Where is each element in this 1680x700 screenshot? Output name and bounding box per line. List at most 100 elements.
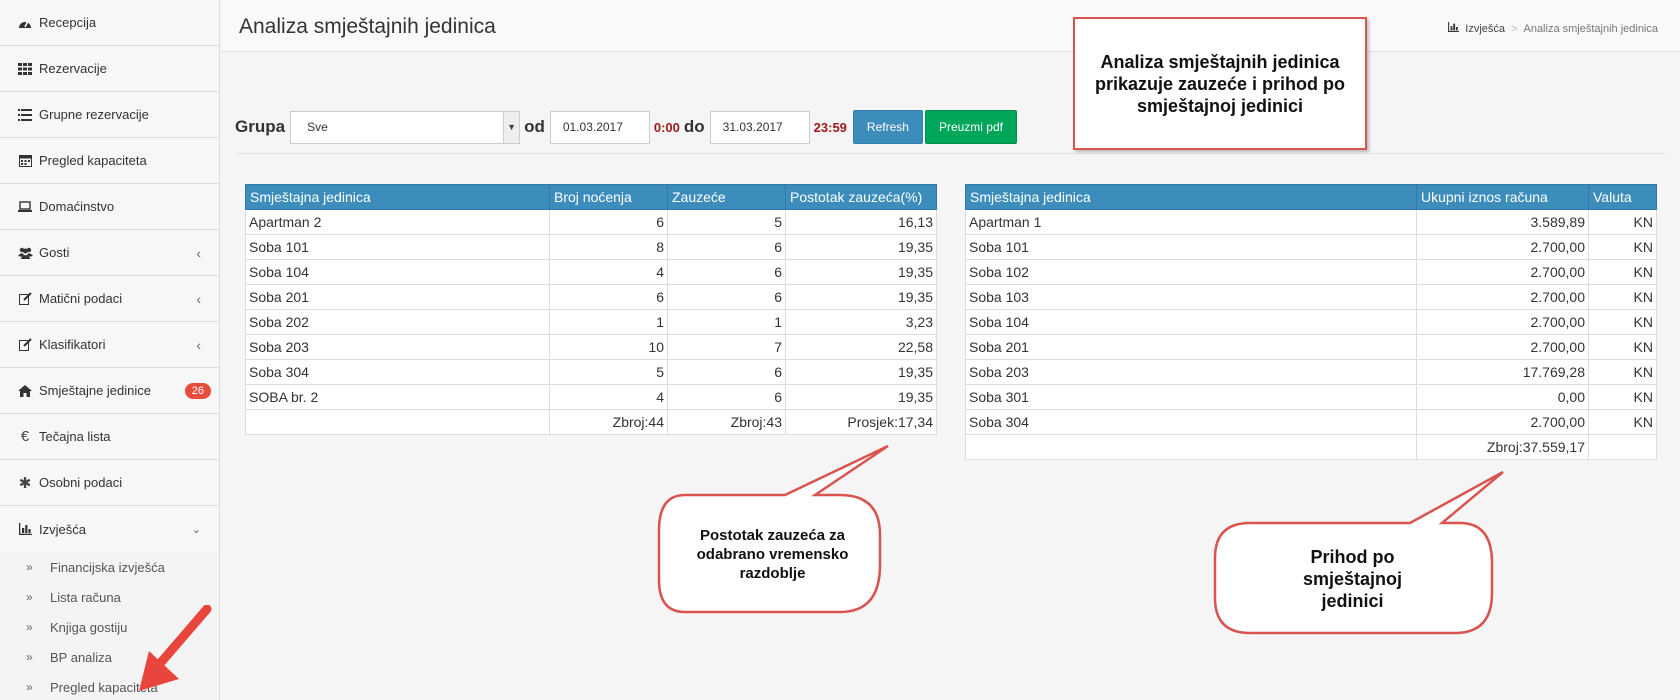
table-total-cell: Prosjek:17,34 <box>785 409 937 435</box>
table-cell: 10 <box>549 334 668 360</box>
column-header: Smještajna jedinica <box>965 184 1417 210</box>
nav-izvjesca[interactable]: Izvješća ⌄ <box>0 506 219 552</box>
table-row: Soba 101 2.700,00 KN <box>965 234 1657 260</box>
nav-label: Pregled kapaciteta <box>39 153 147 168</box>
table-cell: 6 <box>549 284 668 310</box>
table-row: Soba 201 2.700,00 KN <box>965 334 1657 360</box>
nav-label: Domaćinstvo <box>39 199 115 214</box>
table-cell: 2.700,00 <box>1416 284 1589 310</box>
table-row: Soba 104 2.700,00 KN <box>965 309 1657 335</box>
nav-maticni-podaci[interactable]: Matični podaci ‹ <box>0 276 219 322</box>
nav-smjestajne-jedinice[interactable]: Smještajne jedinice 26 <box>0 368 219 414</box>
nav-label: Tečajna lista <box>39 429 111 444</box>
table-cell: 6 <box>667 234 786 260</box>
group-select-value: Sve <box>307 120 328 134</box>
nav-tecajna-lista[interactable]: € Tečajna lista <box>0 414 219 460</box>
table-cell: 0,00 <box>1416 384 1589 410</box>
table-cell: KN <box>1588 409 1657 435</box>
table-cell: 2.700,00 <box>1416 409 1589 435</box>
breadcrumb-link[interactable]: Izvješća <box>1465 23 1505 35</box>
table-cell: Soba 101 <box>965 234 1417 260</box>
list-icon <box>15 108 35 121</box>
nav-domacinstvo[interactable]: Domaćinstvo <box>0 184 219 230</box>
table-cell: 7 <box>667 334 786 360</box>
table-row: Soba 304 5 6 19,35 <box>245 359 937 385</box>
grid-icon <box>15 62 35 75</box>
chevron-down-icon: ⌄ <box>191 523 201 536</box>
subnav-label: Knjiga gostiju <box>50 619 128 635</box>
table-cell: Soba 201 <box>245 284 550 310</box>
nav-recepcija[interactable]: Recepcija <box>0 0 219 46</box>
table-cell: 4 <box>549 259 668 285</box>
nav-gosti[interactable]: Gosti ‹ <box>0 230 219 276</box>
nav-pregled-kapaciteta[interactable]: Pregled kapaciteta <box>0 138 219 184</box>
callout-text: Postotak zauzeća za odabrano vremensko r… <box>696 526 849 582</box>
table-cell: 19,35 <box>785 284 937 310</box>
nav-grupne-rezervacije[interactable]: Grupne rezervacije <box>0 92 219 138</box>
dashboard-icon <box>15 17 35 29</box>
table-cell: SOBA br. 2 <box>245 384 550 410</box>
sidebar: Recepcija Rezervacije Grupne rezervacije… <box>0 0 220 700</box>
double-chevron-right-icon: » <box>26 590 33 604</box>
table-cell: KN <box>1588 309 1657 335</box>
laptop-icon <box>15 200 35 213</box>
table-row: Soba 103 2.700,00 KN <box>965 284 1657 310</box>
column-header: Smještajna jedinica <box>245 184 550 210</box>
table-cell: 2.700,00 <box>1416 309 1589 335</box>
to-date-input[interactable]: 31.03.2017 <box>709 110 810 144</box>
table-cell: Soba 202 <box>245 309 550 335</box>
table-cell: 4 <box>549 384 668 410</box>
breadcrumb-separator: > <box>1511 22 1518 35</box>
double-chevron-right-icon: » <box>26 650 33 664</box>
table-cell: 6 <box>667 259 786 285</box>
table-cell: Soba 102 <box>965 259 1417 285</box>
table-row: Apartman 2 6 5 16,13 <box>245 209 937 235</box>
table-cell: KN <box>1588 234 1657 260</box>
nav-klasifikatori[interactable]: Klasifikatori ‹ <box>0 322 219 368</box>
table-row: Soba 202 1 1 3,23 <box>245 309 937 335</box>
table-cell: Soba 203 <box>245 334 550 360</box>
table-cell: 3,23 <box>785 309 937 335</box>
edit-icon <box>15 338 35 351</box>
nav-rezervacije[interactable]: Rezervacije <box>0 46 219 92</box>
bar-chart-icon <box>1448 22 1460 35</box>
users-icon <box>15 247 35 259</box>
asterisk-icon: ✱ <box>18 474 32 492</box>
edit-icon <box>15 292 35 305</box>
table-footer-row: Zbroj:37.559,17 <box>965 434 1657 460</box>
table-cell: Apartman 2 <box>245 209 550 235</box>
table-cell: Soba 104 <box>245 259 550 285</box>
from-date-input[interactable]: 01.03.2017 <box>549 110 650 144</box>
revenue-table: Smještajna jedinica Ukupni iznos računa … <box>965 184 1657 460</box>
table-total-cell <box>245 409 550 435</box>
breadcrumb: Izvješća > Analiza smještajnih jedinica <box>1448 22 1658 35</box>
count-badge: 26 <box>184 382 211 399</box>
table-cell: 1 <box>549 309 668 335</box>
table-cell: 19,35 <box>785 384 937 410</box>
table-cell: 5 <box>549 359 668 385</box>
refresh-button[interactable]: Refresh <box>852 110 923 144</box>
table-header-row: Smještajna jedinica Broj noćenja Zauzeće… <box>245 184 937 210</box>
column-header: Ukupni iznos računa <box>1416 184 1589 210</box>
table-cell: 19,35 <box>785 359 937 385</box>
column-header: Valuta <box>1588 184 1657 210</box>
nav-label: Recepcija <box>39 15 97 30</box>
download-pdf-button[interactable]: Preuzmi pdf <box>924 110 1017 144</box>
nav-osobni-podaci[interactable]: ✱ Osobni podaci <box>0 460 219 506</box>
table-cell: 3.589,89 <box>1416 209 1589 235</box>
table-cell: Soba 301 <box>965 384 1417 410</box>
callout-summary: Analiza smještajnih jedinica prikazuje z… <box>1073 17 1367 150</box>
table-cell: Soba 203 <box>965 359 1417 385</box>
table-total-cell <box>1588 434 1657 460</box>
nav-label: Rezervacije <box>39 61 107 76</box>
to-label: do <box>683 117 705 136</box>
chevron-left-icon: ‹ <box>196 244 201 261</box>
table-row: Apartman 1 3.589,89 KN <box>965 209 1657 235</box>
breadcrumb-current: Analiza smještajnih jedinica <box>1523 22 1658 35</box>
table-row: Soba 201 6 6 19,35 <box>245 284 937 310</box>
group-select[interactable]: Sve ▼ <box>290 110 521 144</box>
to-time: 23:59 <box>813 119 847 135</box>
bar-chart-icon <box>15 523 35 535</box>
callout-occupancy: Postotak zauzeća za odabrano vremensko r… <box>665 500 880 608</box>
subnav-financijska-izvjesca[interactable]: » Financijska izvješća <box>0 552 219 582</box>
